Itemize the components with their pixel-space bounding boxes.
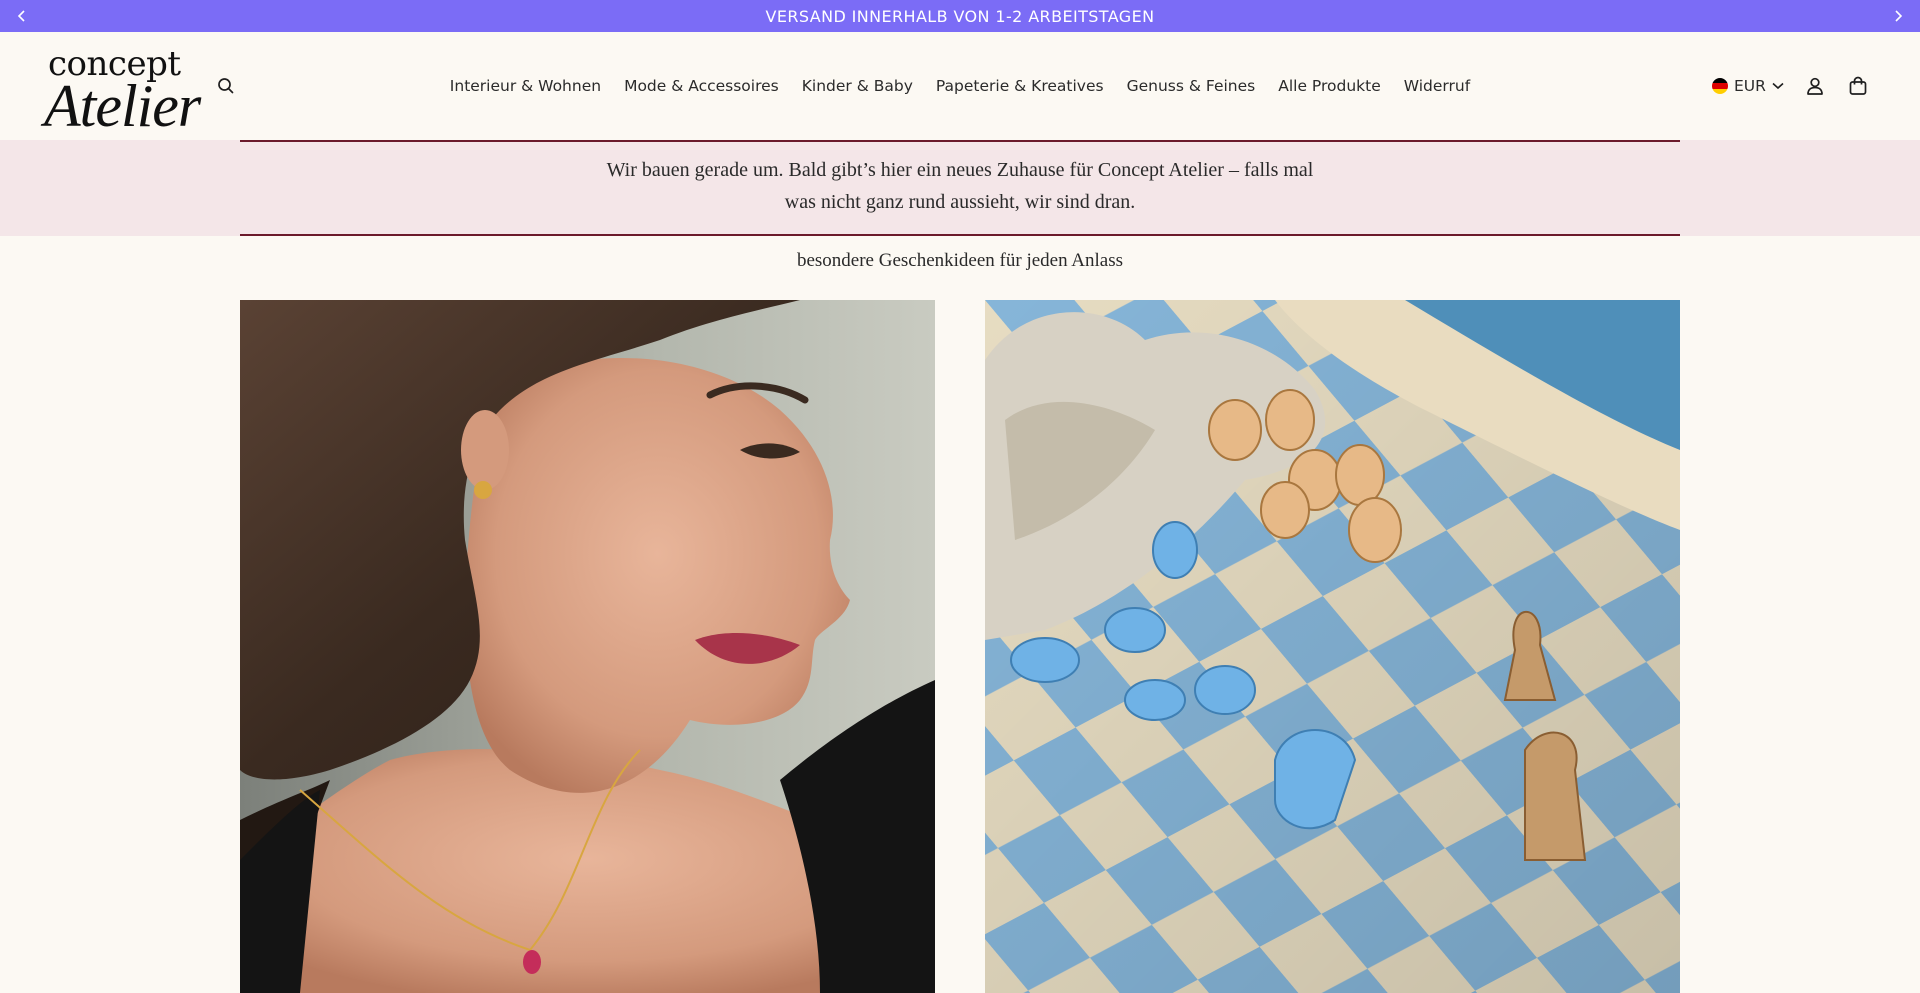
portrait-photo: [240, 300, 935, 993]
main-nav: Interieur & Wohnen Mode & Accessoires Ki…: [0, 32, 1920, 140]
notice-message: Wir bauen gerade um. Bald gibt’s hier ei…: [0, 154, 1920, 218]
nav-item-mode[interactable]: Mode & Accessoires: [624, 77, 779, 95]
notice-line-2: was nicht ganz rund aussieht, wir sind d…: [784, 191, 1136, 213]
chess-photo: [985, 300, 1680, 993]
announcement-text: VERSAND INNERHALB VON 1-2 ARBEITSTAGEN: [765, 6, 1155, 26]
chevron-left-icon: [17, 10, 25, 22]
announcement-next-button[interactable]: [1880, 0, 1916, 32]
site-logo[interactable]: concept Atelier: [44, 44, 201, 139]
search-icon: [218, 78, 234, 94]
shopping-bag-icon: [1849, 76, 1867, 95]
notice-line-1: Wir bauen gerade um. Bald gibt’s hier ei…: [606, 159, 1314, 181]
cart-button[interactable]: [1846, 74, 1870, 98]
germany-flag-icon: [1712, 78, 1728, 94]
gift-image-jewelry[interactable]: [240, 300, 935, 993]
nav-item-papeterie[interactable]: Papeterie & Kreatives: [936, 77, 1104, 95]
nav-item-genuss[interactable]: Genuss & Feines: [1127, 77, 1256, 95]
chevron-down-icon: [1772, 82, 1784, 90]
chevron-right-icon: [1895, 10, 1903, 22]
notice-top-rule: [240, 140, 1680, 142]
nav-item-widerruf[interactable]: Widerruf: [1404, 77, 1470, 95]
account-button[interactable]: [1803, 74, 1827, 98]
logo-word-atelier: Atelier: [44, 73, 201, 139]
announcement-prev-button[interactable]: [4, 0, 40, 32]
nav-item-alle-produkte[interactable]: Alle Produkte: [1278, 77, 1381, 95]
announcement-bar: VERSAND INNERHALB VON 1-2 ARBEITSTAGEN: [0, 0, 1920, 32]
currency-code: EUR: [1734, 77, 1766, 95]
search-button[interactable]: [216, 76, 236, 96]
site-header: Interieur & Wohnen Mode & Accessoires Ki…: [0, 32, 1920, 140]
section-subtitle: besondere Geschenkideen für jeden Anlass: [796, 250, 1124, 271]
user-icon: [1807, 77, 1823, 95]
nav-item-interieur[interactable]: Interieur & Wohnen: [450, 77, 601, 95]
rebuild-notice-banner: Wir bauen gerade um. Bald gibt’s hier ei…: [0, 140, 1920, 236]
currency-selector[interactable]: EUR: [1712, 76, 1784, 96]
nav-item-kinder[interactable]: Kinder & Baby: [802, 77, 913, 95]
gift-image-chess[interactable]: [985, 300, 1680, 993]
notice-bottom-rule: [240, 234, 1680, 236]
